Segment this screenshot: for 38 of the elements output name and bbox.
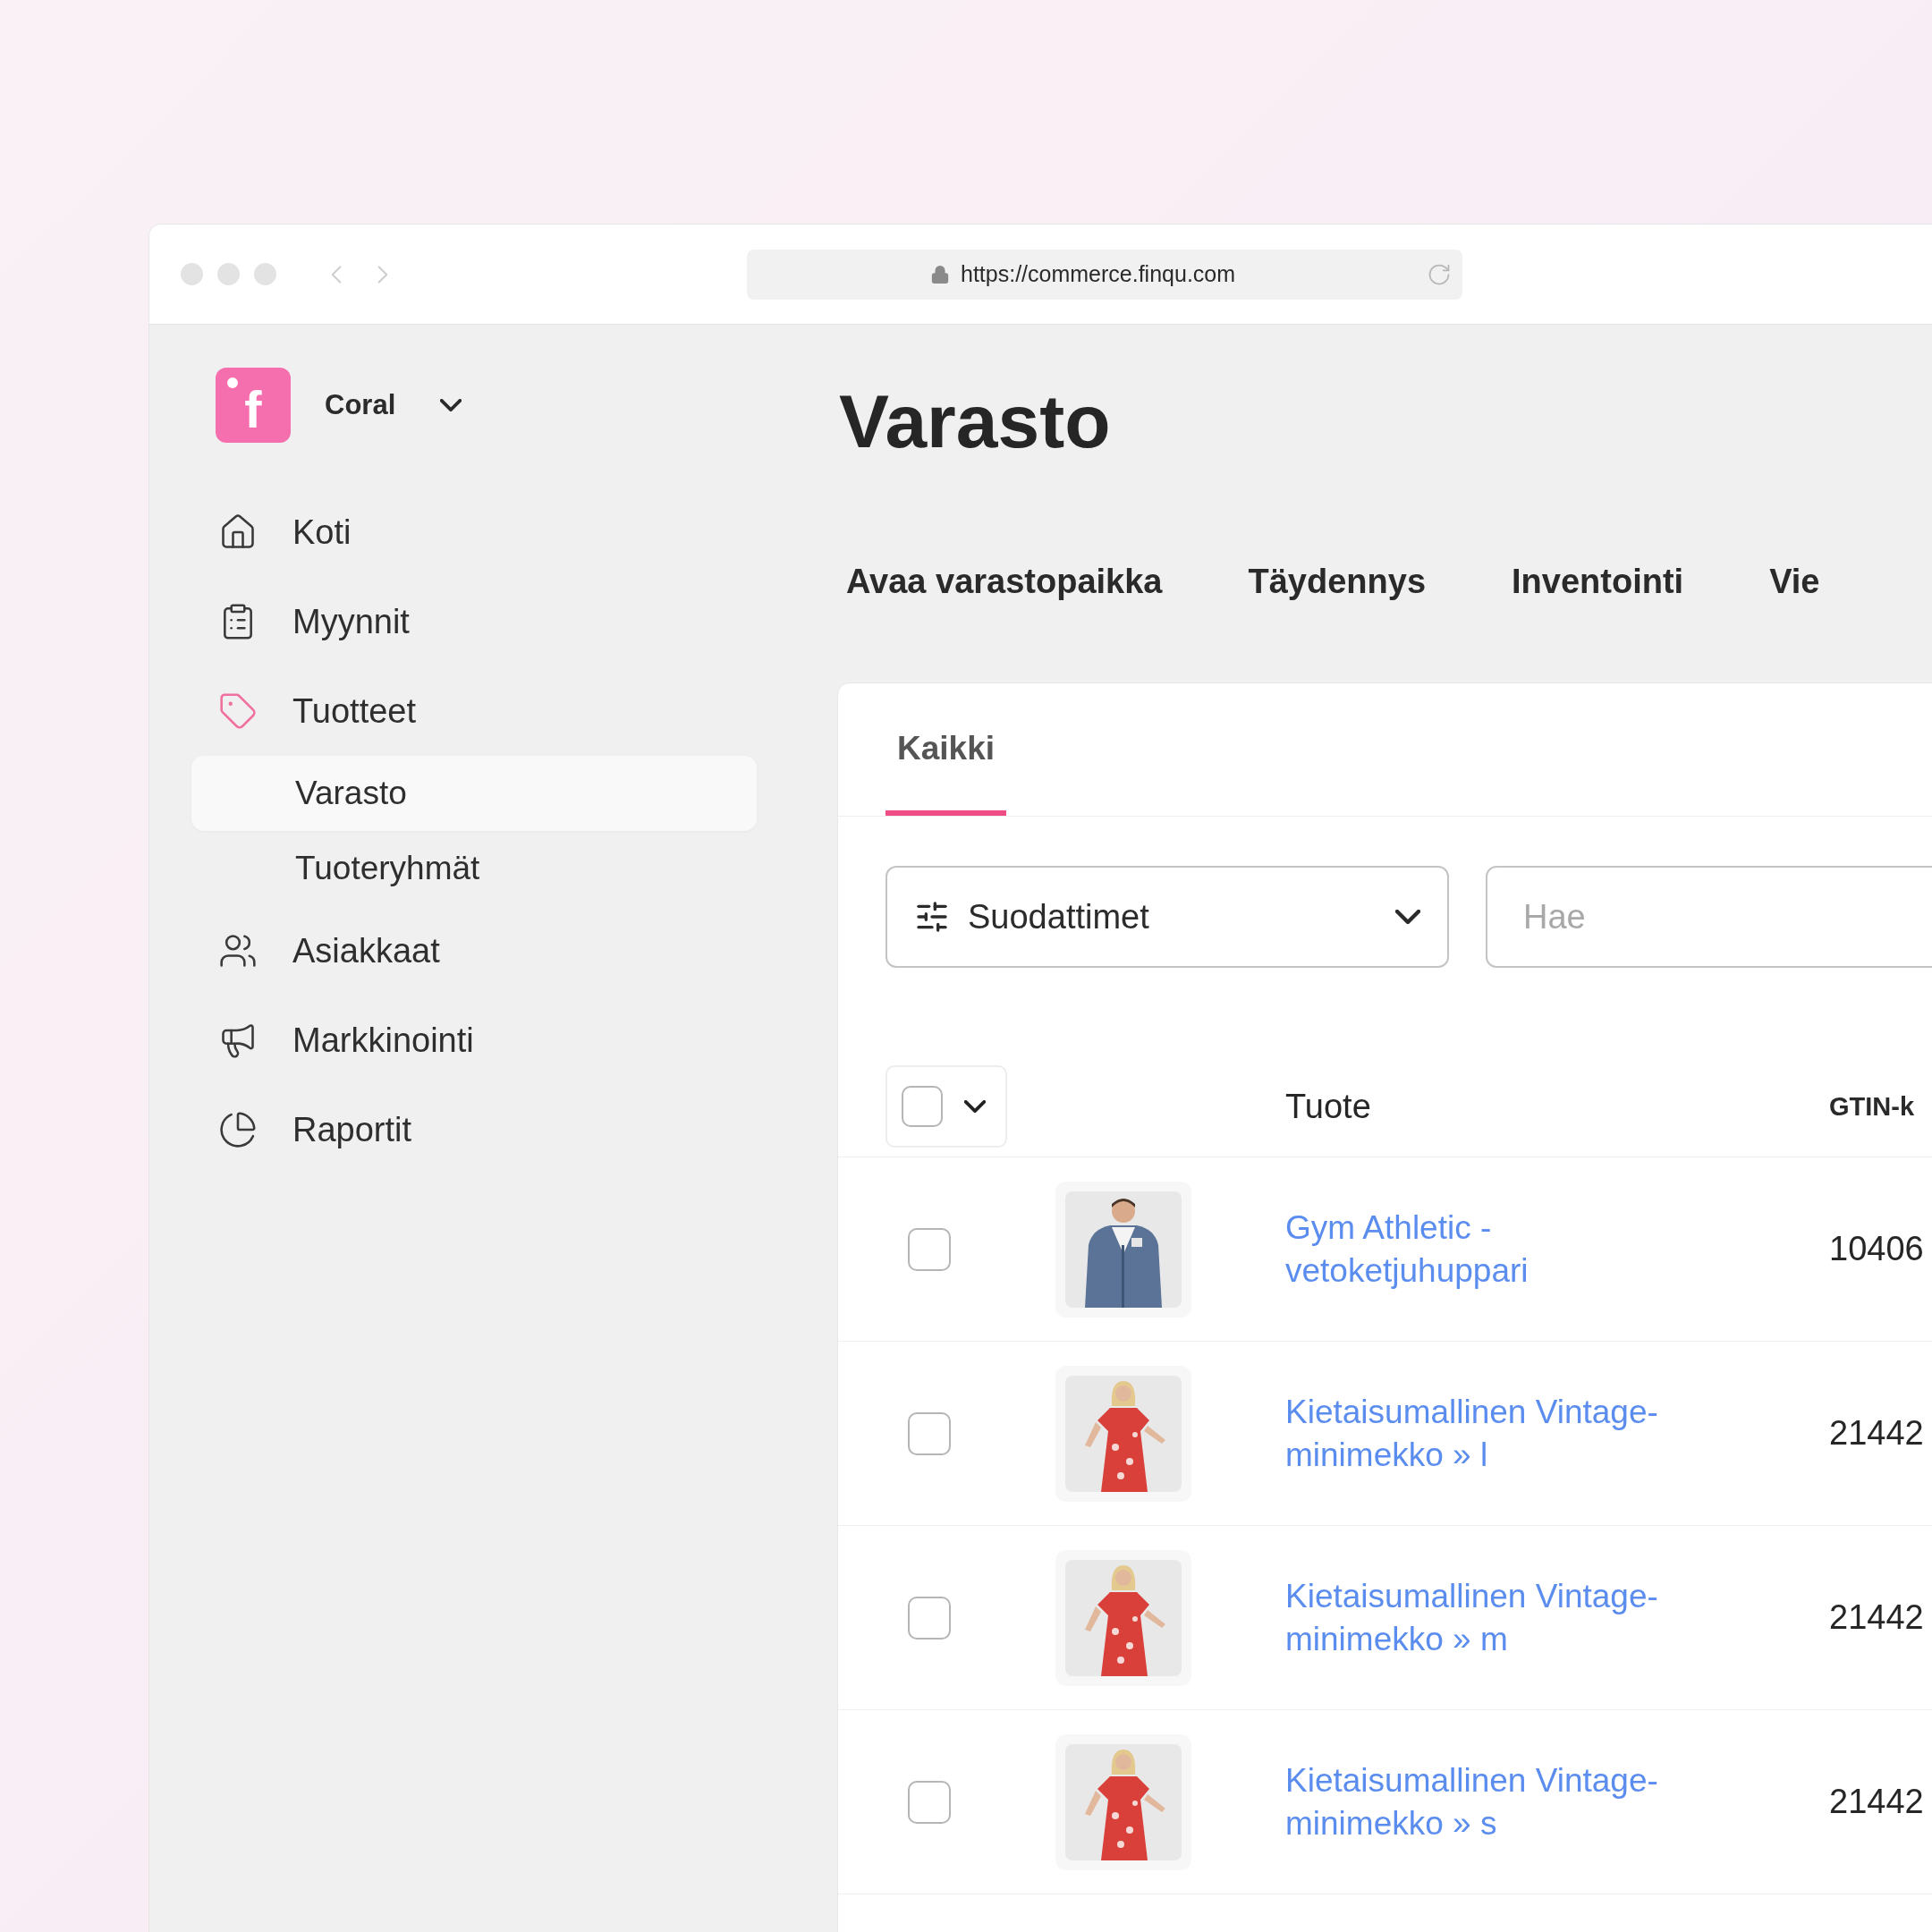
chevron-down-icon: [440, 399, 462, 411]
address-bar[interactable]: https://commerce.finqu.com: [747, 249, 1462, 300]
nav-item[interactable]: Markkinointi: [191, 996, 757, 1085]
nav-subitem[interactable]: Tuoteryhmät: [191, 831, 757, 906]
nav-item[interactable]: Raportit: [191, 1085, 757, 1174]
nav-item[interactable]: Koti: [191, 487, 757, 577]
pie-chart-icon: [218, 1110, 258, 1149]
nav-subitem[interactable]: Varasto: [191, 756, 757, 831]
column-header: Tuote: [1285, 1086, 1372, 1127]
action-link[interactable]: Vie: [1769, 555, 1820, 607]
url-text: https://commerce.finqu.com: [961, 259, 1236, 288]
table-cell-text: 21442: [1829, 1597, 1924, 1639]
checkbox[interactable]: [908, 1596, 951, 1640]
tag-icon: [218, 691, 258, 731]
nav-item[interactable]: Asiakkaat: [191, 906, 757, 996]
select-all-control[interactable]: [886, 1065, 1007, 1148]
table-cell-text: 10406: [1829, 1229, 1924, 1270]
column-header: GTIN-k: [1829, 1090, 1915, 1123]
tab[interactable]: Kaikki: [886, 723, 1006, 817]
lock-icon: [930, 264, 950, 284]
checkbox[interactable]: [908, 1411, 951, 1455]
action-link[interactable]: Inventointi: [1512, 555, 1684, 607]
checkbox[interactable]: [902, 1086, 943, 1128]
checkbox[interactable]: [908, 1780, 951, 1824]
action-link[interactable]: Avaa varastopaikka: [846, 555, 1163, 607]
table-cell-text: 21442: [1829, 1413, 1924, 1454]
checkbox[interactable]: [908, 1227, 951, 1271]
store-selector[interactable]: Coral: [325, 384, 462, 427]
filter-dropdown[interactable]: Suodattimet: [886, 866, 1449, 969]
table-cell-text: 21442: [1829, 1782, 1924, 1823]
action-link[interactable]: Täydennys: [1248, 555, 1427, 607]
page-title: Varasto: [839, 378, 1112, 465]
chevron-down-icon: [1395, 910, 1420, 925]
nav-item[interactable]: Myynnit: [191, 577, 757, 666]
chevron-down-icon: [964, 1100, 986, 1114]
search-field[interactable]: Hae: [1486, 866, 1932, 969]
nav-item[interactable]: Tuotteet: [191, 666, 757, 756]
store-logo: f: [216, 368, 291, 443]
